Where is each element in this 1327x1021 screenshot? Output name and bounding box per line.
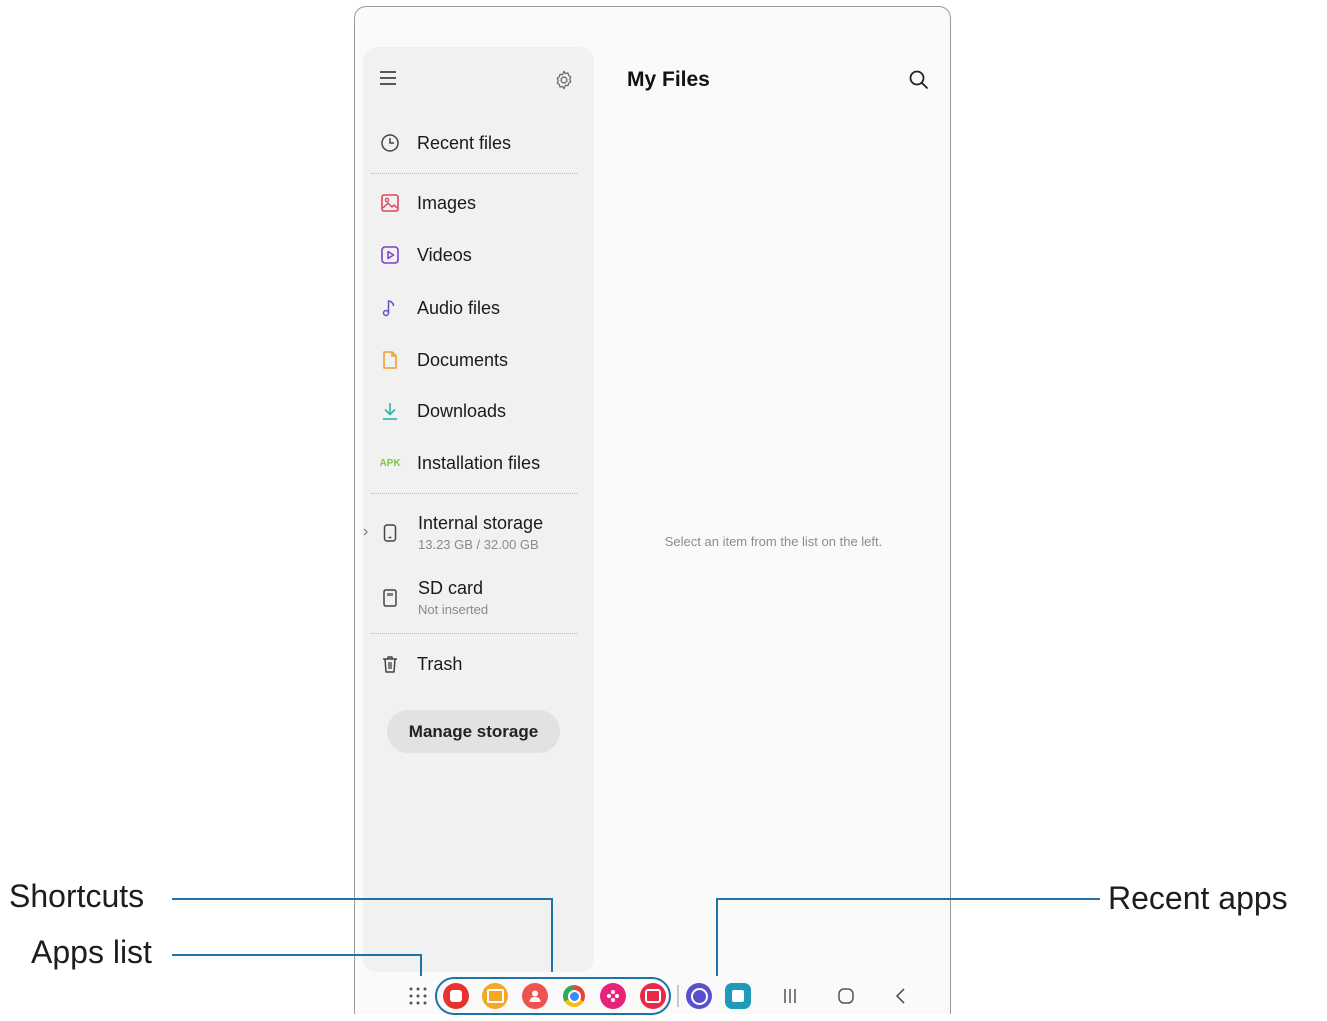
- sidebar-item-label: Downloads: [417, 400, 507, 421]
- shortcuts-callout-line: [172, 898, 553, 900]
- sidebar-item-documents[interactable]: Documents: [373, 342, 583, 378]
- tablet-screen: Recent files Images Videos Audio files D…: [354, 6, 951, 1015]
- search-icon[interactable]: [908, 69, 930, 91]
- sd-card-icon: [379, 587, 401, 609]
- shortcuts-highlight: [435, 977, 671, 1015]
- internet-app-icon[interactable]: [686, 983, 712, 1009]
- home-nav-icon[interactable]: [833, 983, 859, 1009]
- sidebar-item-videos[interactable]: Videos: [373, 237, 583, 273]
- apps-list-callout-label: Apps list: [31, 934, 152, 970]
- apk-icon: APK: [379, 457, 401, 469]
- sidebar-item-label: Videos: [417, 244, 472, 265]
- notes-app-icon[interactable]: [443, 983, 469, 1009]
- calendar-app-icon[interactable]: [725, 983, 751, 1009]
- back-nav-icon[interactable]: [888, 983, 914, 1009]
- recent-apps-callout-line: [716, 898, 1100, 900]
- sidebar-item-label: Recent files: [417, 132, 512, 153]
- sidebar-item-label: Audio files: [417, 297, 501, 318]
- chevron-right-icon[interactable]: ›: [363, 523, 368, 541]
- sidebar-item-sd-card[interactable]: SD card Not inserted: [373, 576, 583, 620]
- taskbar: [355, 975, 952, 1021]
- menu-icon[interactable]: [379, 69, 397, 87]
- music-note-icon: [379, 297, 401, 319]
- shortcuts-callout-label: Shortcuts: [9, 878, 145, 914]
- apps-list-callout-line: [420, 954, 422, 976]
- recent-apps-callout-label: Recent apps: [1108, 880, 1288, 916]
- storage-detail: 13.23 GB / 32.00 GB: [418, 537, 539, 552]
- screen-recorder-app-icon[interactable]: [640, 983, 666, 1009]
- bixby-app-icon[interactable]: [600, 983, 626, 1009]
- divider: [371, 493, 577, 494]
- download-icon: [379, 400, 401, 422]
- sidebar-item-trash[interactable]: Trash: [373, 646, 583, 682]
- sidebar-item-label: Trash: [417, 653, 463, 674]
- sidebar-item-label: Documents: [417, 349, 509, 370]
- gear-icon[interactable]: [553, 69, 575, 91]
- clock-icon: [379, 132, 401, 154]
- document-icon: [379, 349, 401, 371]
- video-icon: [379, 244, 401, 266]
- storage-label: SD card: [418, 578, 484, 598]
- sidebar-item-label: Installation files: [417, 452, 541, 473]
- recents-nav-icon[interactable]: [777, 983, 803, 1009]
- sidebar-item-installation-files[interactable]: APK Installation files: [373, 445, 583, 481]
- empty-state-message: Select an item from the list on the left…: [664, 534, 883, 549]
- storage-label: Internal storage: [418, 513, 544, 533]
- trash-icon: [379, 653, 401, 675]
- divider: [371, 173, 577, 174]
- sidebar-item-audio-files[interactable]: Audio files: [373, 290, 583, 326]
- manage-storage-button[interactable]: Manage storage: [387, 710, 560, 753]
- storage-detail: Not inserted: [418, 602, 489, 617]
- sidebar-item-internal-storage[interactable]: › Internal storage 13.23 GB / 32.00 GB: [363, 511, 583, 555]
- shortcuts-callout-line: [551, 898, 553, 972]
- recent-apps-callout-line: [716, 898, 718, 976]
- image-icon: [379, 192, 401, 214]
- divider: [371, 633, 577, 634]
- sidebar-item-recent-files[interactable]: Recent files: [373, 125, 583, 161]
- dock-divider: [677, 985, 679, 1007]
- sidebar-item-images[interactable]: Images: [373, 185, 583, 221]
- page-title: My Files: [627, 68, 710, 91]
- sidebar-item-downloads[interactable]: Downloads: [373, 393, 583, 429]
- apps-list-icon[interactable]: [405, 983, 431, 1009]
- sidebar-item-label: Images: [417, 192, 477, 213]
- contacts-app-icon[interactable]: [522, 983, 548, 1009]
- phone-icon: [379, 522, 401, 544]
- my-files-app-icon[interactable]: [482, 983, 508, 1009]
- chrome-app-icon[interactable]: [561, 983, 587, 1009]
- apps-list-callout-line: [172, 954, 422, 956]
